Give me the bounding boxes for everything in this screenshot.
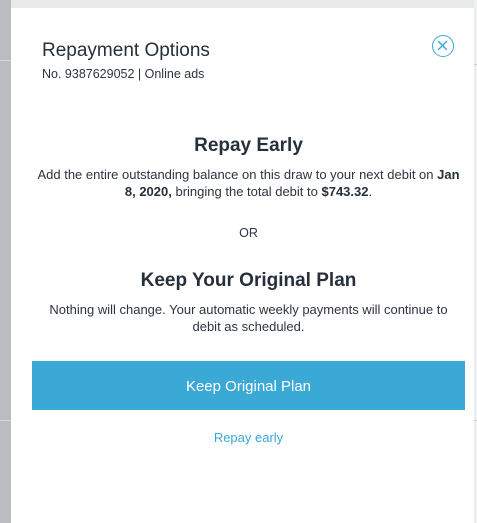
repay-early-heading: Repay Early [194, 135, 303, 156]
repay-early-section: Repay Early Add the entire outstanding b… [31, 135, 466, 200]
close-button[interactable] [432, 35, 454, 57]
modal-top-border [11, 0, 477, 8]
background-sidebar [0, 0, 11, 523]
keep-plan-description: Nothing will change. Your automatic week… [49, 302, 448, 334]
background-divider [0, 60, 11, 61]
close-icon [437, 40, 448, 51]
repay-early-desc-middle: bringing the total debit to [171, 184, 322, 199]
repay-early-link[interactable]: Repay early [31, 430, 466, 445]
repay-early-desc-suffix: . [368, 184, 373, 199]
page: Repayment Options No. 9387629052 | Onlin… [0, 0, 477, 523]
modal-title: Repayment Options [42, 40, 210, 61]
repayment-options-modal: Repayment Options No. 9387629052 | Onlin… [11, 8, 474, 523]
modal-subtitle: No. 9387629052 | Online ads [42, 67, 205, 81]
keep-plan-section: Keep Your Original Plan Nothing will cha… [31, 270, 466, 335]
repay-early-desc-prefix: Add the entire outstanding balance on th… [37, 167, 438, 182]
repay-early-description: Add the entire outstanding balance on th… [31, 166, 466, 200]
or-separator: OR [239, 226, 258, 240]
total-debit-amount: $743.32 [321, 184, 369, 199]
keep-plan-heading: Keep Your Original Plan [140, 270, 357, 291]
background-divider [0, 420, 11, 421]
keep-original-plan-button[interactable]: Keep Original Plan [32, 361, 465, 410]
